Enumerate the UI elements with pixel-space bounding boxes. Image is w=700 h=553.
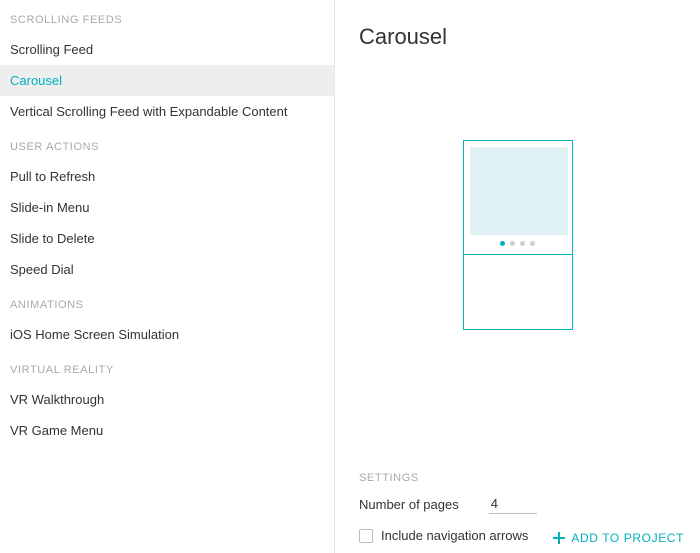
arrows-label: Include navigation arrows [381,528,528,543]
carousel-upper [464,141,572,255]
sidebar: SCROLLING FEEDSScrolling FeedCarouselVer… [0,0,335,553]
add-to-project-button[interactable]: ADD TO PROJECT [553,531,684,545]
sidebar-item[interactable]: iOS Home Screen Simulation [0,319,334,350]
pages-label: Number of pages [359,497,459,512]
preview-area [359,140,676,330]
settings-block: SETTINGS Number of pages Include navigat… [359,412,676,543]
pages-input[interactable] [489,494,537,514]
plus-icon [553,532,565,544]
sidebar-item[interactable]: Vertical Scrolling Feed with Expandable … [0,96,334,127]
page-dot[interactable] [530,241,535,246]
sidebar-item[interactable]: Slide to Delete [0,223,334,254]
sidebar-item[interactable]: VR Walkthrough [0,384,334,415]
add-to-project-label: ADD TO PROJECT [571,531,684,545]
sidebar-item[interactable]: Carousel [0,65,334,96]
section-header: SCROLLING FEEDS [0,0,334,34]
settings-header: SETTINGS [359,472,676,484]
carousel-slide [470,147,568,235]
section-header: VIRTUAL REALITY [0,350,334,384]
page-dots [470,235,566,252]
arrows-checkbox[interactable] [359,529,373,543]
sidebar-item[interactable]: Slide-in Menu [0,192,334,223]
section-header: USER ACTIONS [0,127,334,161]
page-dot[interactable] [500,241,505,246]
main-panel: Carousel SETTINGS Number of pages Includ… [335,0,700,553]
sidebar-item[interactable]: VR Game Menu [0,415,334,446]
device-preview [463,140,573,330]
sidebar-item[interactable]: Scrolling Feed [0,34,334,65]
sidebar-item[interactable]: Pull to Refresh [0,161,334,192]
sidebar-item[interactable]: Speed Dial [0,254,334,285]
page-dot[interactable] [520,241,525,246]
carousel-lower [464,255,572,329]
page-dot[interactable] [510,241,515,246]
page-title: Carousel [359,24,676,50]
section-header: ANIMATIONS [0,285,334,319]
app-root: SCROLLING FEEDSScrolling FeedCarouselVer… [0,0,700,553]
pages-field-row: Number of pages [359,494,676,514]
